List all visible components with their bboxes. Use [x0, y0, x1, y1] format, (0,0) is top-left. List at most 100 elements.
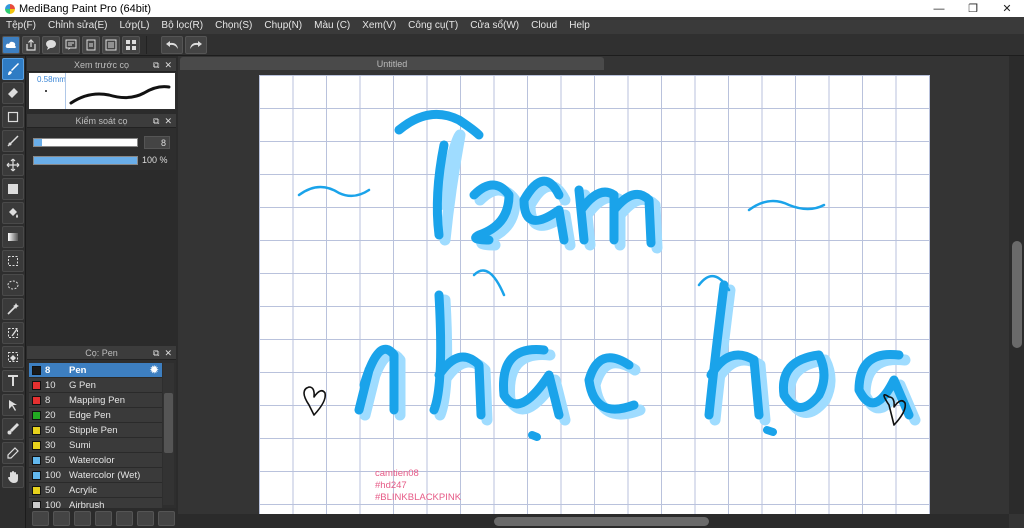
line-tool-icon[interactable] [2, 130, 24, 152]
brush-name-label: Pen [69, 364, 87, 376]
menu-window[interactable]: Cửa sổ(W) [464, 20, 525, 31]
share-icon[interactable] [22, 35, 40, 54]
gradient-tool-icon[interactable] [2, 226, 24, 248]
brush-size-input[interactable]: 8 [144, 136, 170, 149]
copy-brush-icon[interactable] [95, 510, 112, 526]
brush-list-item[interactable]: 10 G Pen [29, 378, 162, 393]
brush-list-item[interactable]: 50 Stipple Pen [29, 423, 162, 438]
brush-color-swatch [32, 485, 41, 495]
brush-list-item[interactable]: 8 Pen ✹ [29, 363, 162, 378]
menu-view[interactable]: Xem(V) [356, 20, 402, 31]
eraser-tool-icon[interactable] [2, 82, 24, 104]
close-panel-icon[interactable]: ✕ [164, 60, 172, 71]
brush-control-header: Kiểm soát cọ ⧉ ✕ [27, 114, 176, 128]
brush-list-item[interactable]: 50 Acrylic [29, 483, 162, 498]
brush-size-label: 50 [45, 424, 56, 436]
menu-bar: Tệp(F) Chỉnh sửa(E) Lớp(L) Bộ lọc(R) Chọ… [0, 17, 1024, 34]
app-logo-icon [5, 3, 15, 14]
popout-icon[interactable]: ⧉ [153, 116, 159, 127]
menu-cloud[interactable]: Cloud [525, 20, 563, 31]
popout-icon[interactable]: ⧉ [153, 348, 159, 359]
list-icon[interactable] [102, 35, 120, 54]
brush-color-swatch [32, 455, 41, 465]
select-tool-icon[interactable] [2, 250, 24, 272]
select-pen-tool-icon[interactable] [2, 322, 24, 344]
brush-preview-title: Xem trước cọ [74, 59, 129, 70]
lettering-artwork [297, 109, 921, 441]
duplicate-icon[interactable] [137, 510, 154, 526]
stroke-sample [69, 85, 171, 105]
menu-select[interactable]: Chọn(S) [209, 20, 258, 31]
fill-rect-tool-icon[interactable] [2, 178, 24, 200]
scroll-thumb[interactable] [164, 393, 173, 453]
brush-list-title: Cọ: Pen [85, 347, 118, 358]
comment-icon[interactable] [42, 35, 60, 54]
operation-tool-icon[interactable] [2, 394, 24, 416]
brush-color-swatch [32, 395, 41, 405]
brush-name-label: Mapping Pen [69, 394, 125, 406]
brush-size-label: 8 [45, 364, 51, 376]
canvas-horizontal-scrollbar[interactable] [178, 514, 1009, 528]
close-window-button[interactable]: ✕ [990, 0, 1024, 17]
toolbar-divider [146, 35, 147, 54]
move-tool-icon[interactable] [2, 154, 24, 176]
bucket-tool-icon[interactable] [2, 202, 24, 224]
brush-color-swatch [32, 470, 41, 480]
grid-icon[interactable] [122, 35, 140, 54]
menu-snap[interactable]: Chụp(N) [258, 20, 308, 31]
magic-wand-tool-icon[interactable] [2, 298, 24, 320]
tool-palette [0, 56, 26, 528]
canvas-vertical-scrollbar[interactable] [1009, 56, 1024, 514]
menu-edit[interactable]: Chỉnh sửa(E) [42, 20, 114, 31]
lasso-tool-icon[interactable] [2, 274, 24, 296]
minimize-button[interactable]: — [922, 0, 956, 17]
title-bar: MediBang Paint Pro (64bit) — ❐ ✕ [0, 0, 1024, 17]
brush-size-slider[interactable] [33, 138, 138, 147]
brush-opacity-fill [34, 156, 137, 164]
canvas-caption-3: #BLINKBLACKPINK [375, 492, 462, 503]
brush-opacity-slider[interactable] [33, 155, 138, 165]
select-eraser-tool-icon[interactable] [2, 346, 24, 368]
restore-button[interactable]: ❐ [956, 0, 990, 17]
add-brush-menu-icon[interactable] [74, 510, 91, 526]
menu-file[interactable]: Tệp(F) [0, 20, 42, 31]
page-icon[interactable] [82, 35, 100, 54]
menu-help[interactable]: Help [563, 20, 596, 31]
folder-icon[interactable] [116, 510, 133, 526]
brush-preview-panel: Xem trước cọ ⧉ ✕ 0.58mm [27, 58, 176, 110]
menu-layer[interactable]: Lớp(L) [114, 20, 156, 31]
new-brush-icon[interactable] [53, 510, 70, 526]
close-panel-icon[interactable]: ✕ [164, 348, 172, 359]
redo-icon[interactable] [185, 35, 207, 54]
popout-icon[interactable]: ⧉ [153, 60, 159, 71]
brush-list-item[interactable]: 20 Edge Pen [29, 408, 162, 423]
cloud-icon[interactable] [2, 35, 20, 54]
undo-icon[interactable] [161, 35, 183, 54]
text-tool-icon[interactable] [2, 370, 24, 392]
menu-filter[interactable]: Bộ lọc(R) [155, 20, 209, 31]
document-tab[interactable]: Untitled [180, 57, 604, 70]
drawing-canvas[interactable]: camtien08 #hd247 #BLINKBLACKPINK [259, 75, 930, 515]
hand-tool-icon[interactable] [2, 466, 24, 488]
brush-size-fill [34, 139, 43, 146]
blur-tool-icon[interactable] [2, 418, 24, 440]
window-title: MediBang Paint Pro (64bit) [19, 2, 152, 15]
brush-list-item[interactable]: 30 Sumi [29, 438, 162, 453]
vertical-scroll-thumb[interactable] [1012, 241, 1022, 348]
eyedropper-tool-icon[interactable] [2, 442, 24, 464]
delete-brush-icon[interactable] [158, 510, 175, 526]
gear-icon[interactable]: ✹ [150, 365, 162, 376]
brush-list-item[interactable]: 100 Watercolor (Wet) [29, 468, 162, 483]
menu-tools[interactable]: Công cụ(T) [402, 20, 464, 31]
brush-size-row: 8 [33, 136, 170, 149]
brush-settings-icon[interactable] [32, 510, 49, 526]
brush-list-item[interactable]: 50 Watercolor [29, 453, 162, 468]
panel-icon[interactable] [62, 35, 80, 54]
close-panel-icon[interactable]: ✕ [164, 116, 172, 127]
horizontal-scroll-thumb[interactable] [494, 517, 709, 526]
rectangle-tool-icon[interactable] [2, 106, 24, 128]
brush-tool-icon[interactable] [2, 58, 24, 80]
menu-color[interactable]: Màu (C) [308, 20, 356, 31]
brush-list-item[interactable]: 8 Mapping Pen [29, 393, 162, 408]
brush-list-scrollbar[interactable] [163, 363, 174, 505]
